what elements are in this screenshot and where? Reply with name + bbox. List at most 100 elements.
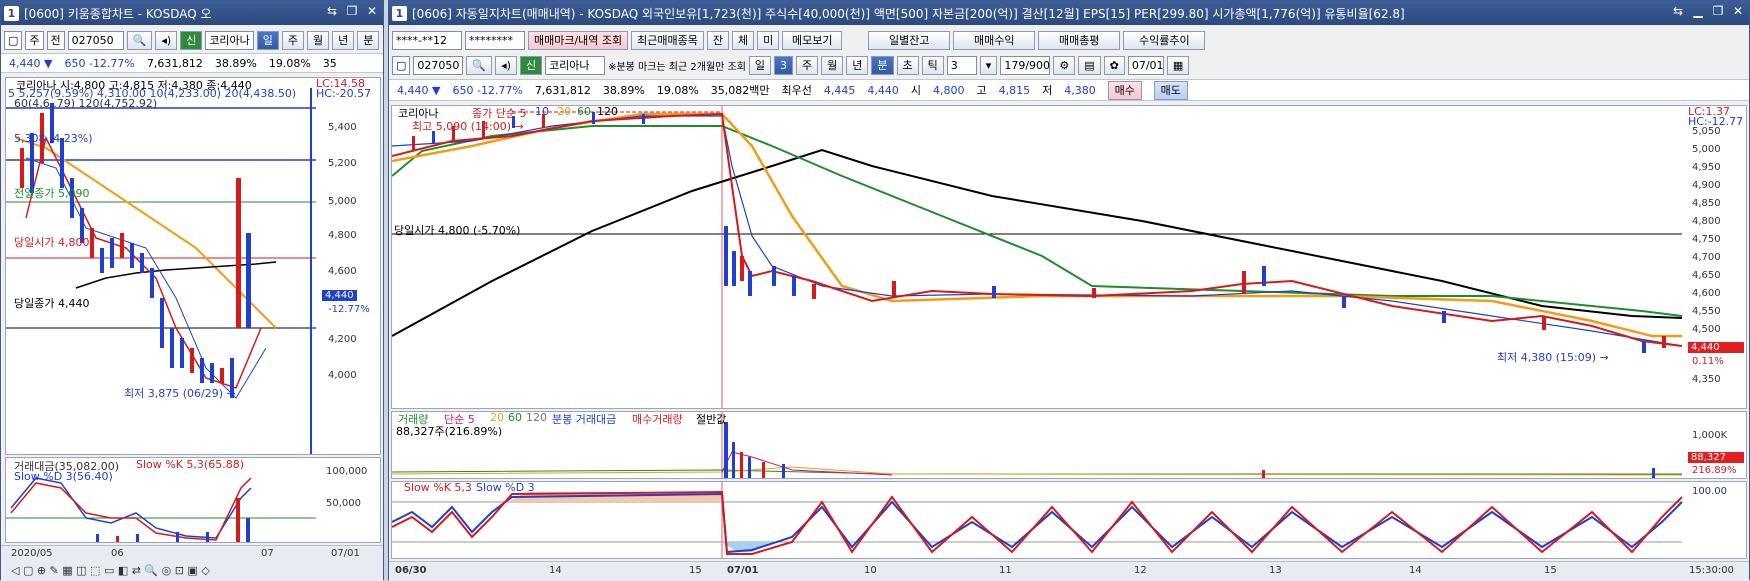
right-tick: 4,550 xyxy=(1692,306,1721,317)
right-open-label: 당일시가 4,800 (-5.70%) xyxy=(394,224,521,237)
vol-tag-rate: 216.89% xyxy=(1692,465,1737,476)
sound-icon[interactable]: ◂) xyxy=(155,30,178,50)
recent-trades-button[interactable]: 최근매매종목 xyxy=(631,30,704,50)
right-tick: 4,800 xyxy=(1692,216,1721,227)
right-price-chart[interactable]: 코리아나 종가 단순 5 10 20 60 120 최고 5,090 (14:0… xyxy=(391,105,1747,409)
vol-tag: 88,327 xyxy=(1688,452,1744,463)
right-volume-chart[interactable]: 거래량 단순 5 20 60 120 분봉 거래대금 매수거래량 절반값 88,… xyxy=(391,411,1747,479)
right-tick: 5,050 xyxy=(1692,126,1721,137)
dropdown-icon[interactable]: ▾ xyxy=(979,55,998,75)
return-trend-button[interactable]: 수익률추이 xyxy=(1123,30,1206,50)
period-select[interactable]: 일 xyxy=(748,55,772,75)
daily-balance-button[interactable]: 일별잔고 xyxy=(868,30,951,50)
tab-day[interactable]: 일 xyxy=(256,30,279,50)
unfilled-check[interactable]: 미 xyxy=(757,30,780,50)
high-price: 4,815 xyxy=(998,83,1031,97)
stock-name: 코리아나 xyxy=(205,30,254,50)
minute-value[interactable]: 3 xyxy=(946,55,977,75)
tab-year[interactable]: 년 xyxy=(332,30,355,50)
search-icon[interactable]: 🔍 xyxy=(126,30,153,50)
window-number: 1 xyxy=(4,5,19,21)
tab-year[interactable]: 년 xyxy=(846,55,869,75)
settings-icon[interactable]: ✿ xyxy=(1103,55,1125,75)
minimize-icon[interactable]: ▁ xyxy=(1691,4,1705,18)
window-controls: ⇆ ❐ ✕ xyxy=(325,4,379,18)
right-date: 14 xyxy=(549,565,562,576)
window-number: 1 xyxy=(392,5,407,21)
account-select[interactable]: ****-**12 xyxy=(392,30,462,50)
window-controls: ⇆ ▁ ❐ ✕ xyxy=(1671,4,1745,18)
tab-month[interactable]: 월 xyxy=(307,30,330,50)
close-icon[interactable]: ✕ xyxy=(365,4,379,18)
date-input[interactable]: 07/01 xyxy=(1127,55,1164,75)
restore-icon[interactable]: ❐ xyxy=(345,4,359,18)
buy-button[interactable]: 매수 xyxy=(1107,80,1142,100)
tab-month[interactable]: 월 xyxy=(821,55,844,75)
tab-week[interactable]: 주 xyxy=(796,55,819,75)
left-tick: 4,000 xyxy=(328,370,357,381)
search-icon[interactable]: 🔍 xyxy=(466,55,493,75)
right-chart-window: 1 [0606] 자동일지차트(매매내역) - KOSDAQ 외국인보유[1,7… xyxy=(388,0,1750,581)
extra-value: 35 xyxy=(322,56,337,70)
layout-icon[interactable]: ▢ xyxy=(4,30,23,50)
trade-profit-button[interactable]: 매매수익 xyxy=(953,30,1036,50)
close-icon[interactable]: ✕ xyxy=(1731,4,1745,18)
right-titlebar[interactable]: 1 [0606] 자동일지차트(매매내역) - KOSDAQ 외국인보유[1,7… xyxy=(389,1,1749,25)
calendar-icon[interactable]: ▦ xyxy=(1166,55,1190,75)
right-toolbar-2: ▢ 027050 🔍 ◂) 신 코리아나 ※분봉 마크는 최근 2개월만 조회 … xyxy=(389,54,1749,76)
low-label: 저 xyxy=(1042,84,1053,97)
sell-button[interactable]: 매도 xyxy=(1153,80,1188,100)
stock-code-input[interactable]: 027050 xyxy=(413,55,464,75)
right-tick: 4,600 xyxy=(1692,288,1721,299)
left-hc-label: HC:-20.57 xyxy=(316,87,372,100)
right-price-tag-rate: 0.11% xyxy=(1692,356,1724,367)
link-icon[interactable]: ⇆ xyxy=(1671,4,1685,18)
slowd-legend: Slow %D 3 xyxy=(476,481,535,494)
vol-value: 88,327주(216.89%) xyxy=(396,425,503,438)
layout-icon[interactable]: ▢ xyxy=(392,55,411,75)
left-titlebar[interactable]: 1 [0600] 키움종합차트 - KOSDAQ 오 ⇆ ❐ ✕ xyxy=(1,1,383,25)
price-change: 650 -12.77% xyxy=(452,83,523,97)
prev-select[interactable]: 전 xyxy=(46,30,65,50)
credit-badge: 신 xyxy=(519,55,543,75)
right-tick: 4,350 xyxy=(1692,374,1721,385)
period-number[interactable]: 3 xyxy=(774,55,794,75)
link-icon[interactable]: ⇆ xyxy=(325,4,339,18)
stock-code-input[interactable]: 027050 xyxy=(67,30,124,50)
left-price-chart[interactable]: 코리아나 시:4,800 고:4,815 저:4,380 종:4,440 5 5… xyxy=(5,77,381,455)
left-tool-icons[interactable]: ◁ ▢ ⊕ ✎ ▦ ◫ ⬚ ▭ ◧ ⇄ 🔍 ◎ ⊡ ▣ ◇ xyxy=(11,564,210,577)
save-icon[interactable]: ▤ xyxy=(1078,55,1101,75)
right-volume-bars xyxy=(724,422,1655,478)
left-indicator-chart[interactable]: 거래대금(35,082.00) Slow %K 5,3(65.88) Slow … xyxy=(5,457,381,543)
ma-legend-10: 10 xyxy=(535,105,549,118)
right-quote-bar: 4,440 ▼ 650 -12.77% 7,631,812 38.89% 19.… xyxy=(389,79,1749,101)
restore-icon[interactable]: ❐ xyxy=(1711,4,1725,18)
right-tick: 4,900 xyxy=(1692,180,1721,191)
period-select[interactable]: 주 xyxy=(25,30,44,50)
tools-icon[interactable]: ⚙ xyxy=(1053,55,1076,75)
left-candles xyxy=(20,103,251,398)
tab-minute[interactable]: 분 xyxy=(357,30,380,50)
current-price: 4,440 ▼ xyxy=(9,56,53,70)
trade-summary-button[interactable]: 매매총평 xyxy=(1038,30,1121,50)
right-date: 11 xyxy=(999,565,1012,576)
memo-button[interactable]: 메모보기 xyxy=(782,30,843,50)
filled-check[interactable]: 체 xyxy=(732,30,755,50)
right-stochastic-chart[interactable]: Slow %K 5,3 Slow %D 3 100.00 xyxy=(391,481,1747,559)
left-tick: 4,200 xyxy=(328,334,357,345)
tab-tick[interactable]: 틱 xyxy=(921,55,944,75)
vol-legend-60: 60 xyxy=(508,411,522,424)
tab-minute[interactable]: 분 xyxy=(871,55,894,75)
trade-mark-button[interactable]: 매매마크/내역 조회 xyxy=(528,30,629,50)
tab-week[interactable]: 주 xyxy=(281,30,305,50)
left-tick: 5,400 xyxy=(328,122,357,133)
right-tick: 4,950 xyxy=(1692,162,1721,173)
vol-legend-buy: 매수거래량 xyxy=(632,413,683,426)
right-date: 12 xyxy=(1134,565,1147,576)
tab-second[interactable]: 초 xyxy=(896,55,919,75)
password-input[interactable]: ******** xyxy=(465,30,525,50)
vol-legend-120: 120 xyxy=(526,411,547,424)
sound-icon[interactable]: ◂) xyxy=(495,55,517,75)
balance-check[interactable]: 잔 xyxy=(706,30,730,50)
ma-legend-20: 20 xyxy=(557,105,571,118)
